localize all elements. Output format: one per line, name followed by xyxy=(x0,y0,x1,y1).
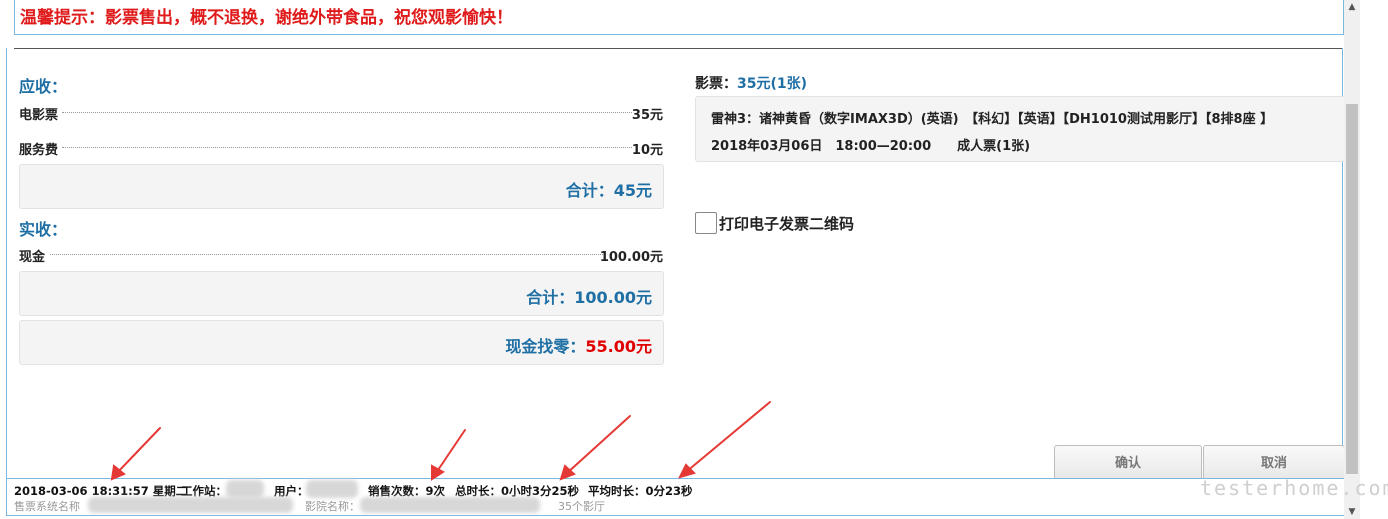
arrow-icon xyxy=(115,427,161,475)
watermark: testerhome.com xyxy=(1200,476,1388,500)
arrow-head-icon xyxy=(431,464,445,481)
annotation-arrows xyxy=(110,401,771,481)
arrow-icon xyxy=(435,429,466,474)
arrow-icon xyxy=(565,415,631,475)
arrow-icon xyxy=(685,401,771,473)
